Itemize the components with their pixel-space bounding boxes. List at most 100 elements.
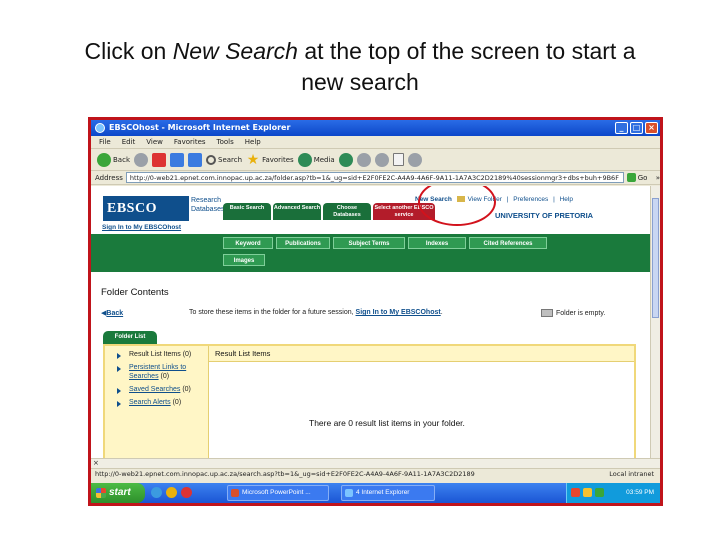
- list-item[interactable]: Persistent Links to Searches (0): [105, 363, 208, 381]
- address-label: Address: [95, 173, 123, 182]
- search-tabs: Basic Search Advanced Search Choose Data…: [223, 203, 435, 220]
- nav-images[interactable]: Images: [223, 254, 265, 266]
- menu-file[interactable]: File: [99, 136, 111, 148]
- go-label: Go: [637, 173, 648, 182]
- item-label: Result List Items: [129, 351, 181, 358]
- item-label: Persistent Links to Searches: [129, 364, 187, 380]
- address-bar: Address http://0-web21.epnet.com.innopac…: [91, 171, 660, 185]
- folder-list-tab[interactable]: Folder List: [103, 331, 157, 344]
- mail-button[interactable]: [356, 152, 371, 167]
- help-link[interactable]: Help: [560, 196, 573, 203]
- back-button[interactable]: Back: [97, 152, 130, 167]
- maximize-button[interactable]: □: [630, 122, 643, 134]
- task-powerpoint[interactable]: Microsoft PowerPoint ...: [227, 485, 329, 501]
- title-text-2: at the top of the screen to start a: [297, 38, 636, 64]
- arrow-icon: [117, 366, 121, 372]
- edit-button[interactable]: [392, 153, 404, 166]
- tab-choose-databases[interactable]: Choose Databases: [323, 203, 371, 220]
- arrow-icon: [117, 401, 121, 407]
- nav-cited-references[interactable]: Cited References: [469, 237, 547, 249]
- ebsco-logo: EBSCO: [103, 196, 189, 221]
- mail-icon: [356, 152, 371, 167]
- app-quick-icon[interactable]: [181, 487, 192, 498]
- task-internet-explorer[interactable]: 4 Internet Explorer: [341, 485, 435, 501]
- store-message-end: .: [440, 309, 443, 316]
- folder-heading: Folder Contents: [101, 287, 169, 298]
- empty-folder-message: There are 0 result list items in your fo…: [309, 418, 465, 428]
- separator: |: [506, 196, 509, 203]
- vertical-scrollbar[interactable]: [650, 186, 660, 478]
- media-icon: [297, 152, 312, 167]
- links-chevron[interactable]: »: [656, 174, 660, 182]
- print-button[interactable]: [374, 152, 389, 167]
- window-controls: _ □ ×: [615, 122, 658, 134]
- home-button[interactable]: [188, 152, 202, 167]
- favorites-label: Favorites: [262, 155, 294, 164]
- slide-title: Click on New Search at the top of the sc…: [0, 36, 720, 98]
- task-label: Microsoft PowerPoint ...: [242, 489, 311, 496]
- list-item[interactable]: Search Alerts (0): [105, 398, 208, 407]
- tab-advanced-search[interactable]: Advanced Search: [273, 203, 321, 220]
- menu-tools[interactable]: Tools: [217, 136, 234, 148]
- horizontal-scrollbar[interactable]: ×: [91, 458, 660, 468]
- arrow-icon: [117, 388, 121, 394]
- status-zone: Local intranet: [609, 470, 654, 478]
- start-button[interactable]: start: [91, 483, 145, 503]
- media-label: Media: [313, 155, 335, 164]
- preferences-link[interactable]: Preferences: [513, 196, 548, 203]
- tray-icon[interactable]: [571, 488, 580, 497]
- refresh-button[interactable]: [170, 152, 184, 167]
- item-label: Saved Searches: [129, 386, 181, 393]
- menu-help[interactable]: Help: [245, 136, 261, 148]
- history-button[interactable]: [338, 152, 353, 167]
- quick-launch: [151, 487, 192, 498]
- tray-icon[interactable]: [595, 488, 604, 497]
- clock[interactable]: 03:59 PM: [626, 489, 654, 496]
- tab-basic-search[interactable]: Basic Search: [223, 203, 271, 220]
- nav-indexes[interactable]: Indexes: [408, 237, 466, 249]
- address-input[interactable]: http://0-web21.epnet.com.innopac.up.ac.z…: [125, 172, 624, 183]
- forward-button[interactable]: [134, 152, 148, 167]
- discuss-button[interactable]: [407, 152, 422, 167]
- screenshot-frame: EBSCOhost - Microsoft Internet Explorer …: [88, 117, 663, 506]
- star-icon: ★: [246, 151, 260, 168]
- folder-quick-icon[interactable]: [166, 487, 177, 498]
- ie-quick-icon[interactable]: [151, 487, 162, 498]
- stop-button[interactable]: [152, 152, 166, 167]
- list-item[interactable]: Saved Searches (0): [105, 385, 208, 394]
- menu-edit[interactable]: Edit: [122, 136, 136, 148]
- back-link[interactable]: Back: [106, 310, 123, 317]
- favorites-button[interactable]: ★ Favorites: [246, 153, 294, 167]
- list-item[interactable]: Result List Items (0): [105, 350, 208, 359]
- close-icon[interactable]: ×: [93, 459, 99, 467]
- menu-view[interactable]: View: [146, 136, 163, 148]
- tray-icon[interactable]: [583, 488, 592, 497]
- stop-icon: [152, 152, 166, 167]
- history-icon: [338, 152, 353, 167]
- menu-favorites[interactable]: Favorites: [174, 136, 206, 148]
- search-button[interactable]: Search: [206, 154, 242, 165]
- scroll-thumb[interactable]: [652, 198, 659, 318]
- windows-flag-icon: [96, 488, 106, 498]
- status-bar: http://0-web21.epnet.com.innopac.up.ac.z…: [91, 468, 660, 480]
- title-text-1: Click on: [84, 38, 173, 64]
- window-titlebar[interactable]: EBSCOhost - Microsoft Internet Explorer …: [91, 120, 660, 136]
- back-arrow-icon: [97, 152, 111, 167]
- powerpoint-icon: [231, 489, 239, 497]
- discuss-icon: [407, 152, 422, 167]
- item-label: Search Alerts: [129, 399, 171, 406]
- start-label: start: [109, 487, 131, 498]
- close-button[interactable]: ×: [645, 122, 658, 134]
- nav-publications[interactable]: Publications: [276, 237, 330, 249]
- folder-info-row: ◀Back To store these items in the folder…: [101, 309, 641, 321]
- nav-subject-terms[interactable]: Subject Terms: [333, 237, 405, 249]
- sign-in-folder-link[interactable]: Sign In to My EBSCOhost: [356, 309, 441, 316]
- ebsco-header: EBSCO Research Databases Sign In to My E…: [91, 186, 650, 238]
- go-button[interactable]: Go: [626, 173, 653, 182]
- media-button[interactable]: Media: [297, 152, 335, 167]
- minimize-button[interactable]: _: [615, 122, 628, 134]
- go-arrow-icon: [626, 173, 636, 182]
- sign-in-link[interactable]: Sign In to My EBSCOhost: [102, 224, 181, 231]
- nav-keyword[interactable]: Keyword: [223, 237, 273, 249]
- window-title: EBSCOhost - Microsoft Internet Explorer: [109, 123, 291, 132]
